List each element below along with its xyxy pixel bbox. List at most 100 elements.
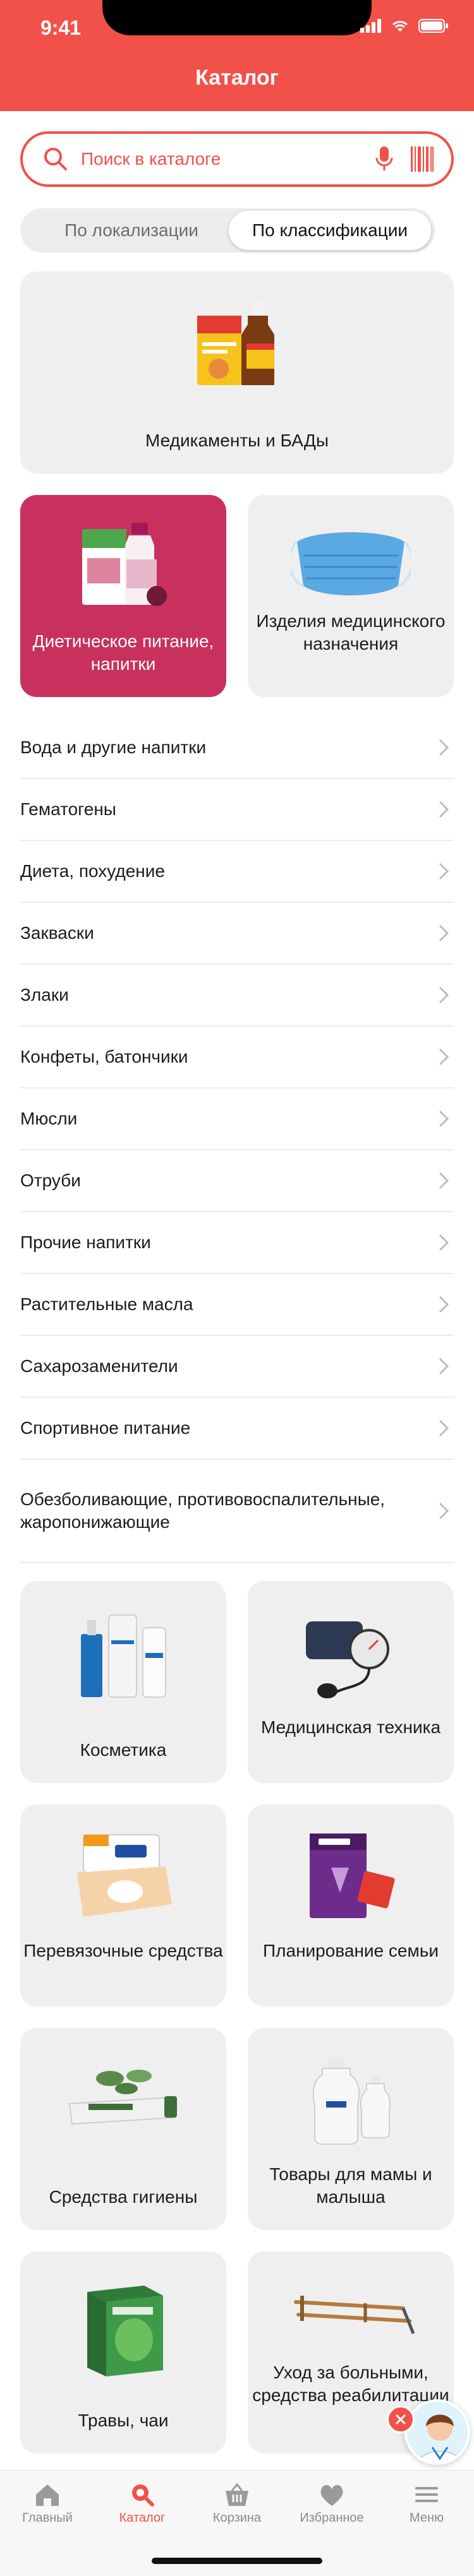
- category-card-herbs-teas[interactable]: Травы, чаи: [20, 2251, 226, 2454]
- baby-bottle-image: [312, 2057, 391, 2145]
- tab-cart[interactable]: Корзина: [190, 2482, 284, 2525]
- category-card-family-planning[interactable]: Планирование семьи: [248, 1804, 454, 2007]
- list-item[interactable]: Вода и другие напитки: [20, 717, 454, 779]
- category-label: Перевязочные средства: [23, 1941, 223, 1960]
- category-label: Изделия медицинского назначения: [256, 611, 446, 653]
- menu-icon: [415, 2487, 438, 2502]
- list-item-label: Гематогены: [20, 799, 116, 819]
- device-notch: [102, 0, 372, 35]
- category-label: Травы, чаи: [78, 2411, 169, 2430]
- tab-label: Избранное: [300, 2511, 364, 2525]
- crutches-image: [294, 2296, 415, 2334]
- category-card-medical-equipment[interactable]: Медицинская техника: [248, 1581, 454, 1783]
- tab-label: Главный: [22, 2511, 73, 2525]
- list-item-label: Вода и другие напитки: [20, 737, 207, 757]
- list-item[interactable]: Мюсли: [20, 1088, 454, 1150]
- search-icon: [44, 148, 67, 170]
- list-item[interactable]: Отруби: [20, 1150, 454, 1212]
- category-label: Медицинская техника: [260, 1717, 441, 1737]
- search-bar[interactable]: [20, 131, 454, 187]
- list-item-label: Обезболивающие, противовоспалительные, ж…: [20, 1489, 386, 1532]
- list-item[interactable]: Сахарозаменители: [20, 1336, 454, 1398]
- chevron-right-icon: [439, 1419, 449, 1437]
- category-card-bandages[interactable]: Перевязочные средства: [20, 1804, 226, 2007]
- notification-badge: [387, 2406, 415, 2433]
- subcategory-list: Вода и другие напитки Гематогены Диета, …: [20, 717, 454, 1563]
- header: 9:41 Каталог: [0, 0, 474, 111]
- category-label: Планирование семьи: [263, 1941, 439, 1960]
- home-indicator: [152, 2558, 322, 2564]
- category-card-mother-baby[interactable]: Товары для мамы и малыша: [248, 2028, 454, 2230]
- list-item[interactable]: Растительные масла: [20, 1274, 454, 1336]
- list-item[interactable]: Гематогены: [20, 779, 454, 841]
- list-item[interactable]: Диета, похудение: [20, 841, 454, 903]
- chevron-right-icon: [439, 986, 449, 1004]
- condoms-image: [310, 1834, 395, 1918]
- page-title: Каталог: [195, 66, 279, 90]
- segment-by-localization[interactable]: По локализации: [24, 211, 239, 250]
- chevron-right-icon: [439, 924, 449, 942]
- microphone-icon[interactable]: [375, 145, 393, 173]
- signal-icon: [360, 19, 381, 33]
- cosmetics-image: [81, 1614, 166, 1698]
- bandage-image: [77, 1834, 172, 1917]
- tab-home[interactable]: Главный: [0, 2482, 95, 2525]
- category-card-medicines[interactable]: Медикаменты и БАДы: [20, 271, 454, 474]
- chevron-right-icon: [439, 1172, 449, 1190]
- list-item-label: Спортивное питание: [20, 1418, 191, 1438]
- pharmacist-avatar-icon: [416, 2414, 463, 2462]
- medicine-bottle-image: [197, 301, 274, 385]
- chevron-right-icon: [439, 862, 449, 880]
- list-item-label: Мюсли: [20, 1109, 78, 1128]
- list-item[interactable]: Закваски: [20, 903, 454, 965]
- category-card-diet[interactable]: Диетическое питание, напитки: [20, 495, 226, 697]
- assistant-button[interactable]: [404, 2399, 470, 2465]
- search-input[interactable]: [81, 144, 372, 174]
- heart-icon: [320, 2484, 343, 2506]
- tab-menu[interactable]: Меню: [379, 2482, 474, 2525]
- list-item-label: Злаки: [20, 985, 69, 1005]
- chevron-right-icon: [439, 1048, 449, 1066]
- bottom-tab-bar: Главный Каталог Корзина Избранное Меню: [0, 2470, 474, 2576]
- list-item-label: Прочие напитки: [20, 1232, 151, 1252]
- list-item[interactable]: Спортивное питание: [20, 1398, 454, 1460]
- tab-label: Корзина: [212, 2511, 262, 2525]
- diet-products-image: [82, 523, 167, 606]
- status-bar: 9:41: [0, 0, 474, 58]
- blood-pressure-monitor-image: [306, 1621, 389, 1698]
- list-item[interactable]: Конфеты, батончики: [20, 1027, 454, 1088]
- list-item[interactable]: Прочие напитки: [20, 1212, 454, 1274]
- category-card-medical-products[interactable]: Изделия медицинского назначения: [248, 495, 454, 697]
- catalog-mode-segmented-control: По локализации По классификации: [20, 208, 435, 253]
- list-item[interactable]: Обезболивающие, противовоспалительные, ж…: [20, 1460, 454, 1563]
- close-icon: [395, 2414, 406, 2425]
- segment-by-classification[interactable]: По классификации: [229, 211, 431, 250]
- chevron-right-icon: [439, 739, 449, 756]
- tab-catalog[interactable]: Каталог: [95, 2482, 190, 2525]
- list-item-label: Сахарозаменители: [20, 1356, 178, 1376]
- list-item-label: Растительные масла: [20, 1294, 193, 1314]
- battery-icon: [418, 19, 448, 33]
- list-item[interactable]: Злаки: [20, 965, 454, 1027]
- category-card-hygiene[interactable]: Средства гигиены: [20, 2028, 226, 2230]
- status-time: 9:41: [40, 16, 82, 39]
- toothpaste-image: [68, 2070, 177, 2125]
- chevron-right-icon: [439, 1296, 449, 1313]
- category-label: Товары для мамы и малыша: [269, 2164, 432, 2207]
- chevron-right-icon: [439, 1502, 449, 1520]
- wifi-icon: [392, 21, 408, 32]
- chevron-right-icon: [439, 801, 449, 818]
- herbal-tea-image: [87, 2286, 163, 2376]
- chevron-right-icon: [439, 1234, 449, 1251]
- basket-icon: [226, 2483, 248, 2506]
- tab-label: Меню: [409, 2511, 444, 2525]
- category-card-cosmetics[interactable]: Косметика: [20, 1581, 226, 1783]
- barcode-icon[interactable]: [411, 146, 434, 172]
- home-icon: [36, 2484, 59, 2506]
- chevron-right-icon: [439, 1110, 449, 1128]
- category-label: Косметика: [80, 1740, 167, 1760]
- list-item-label: Конфеты, батончики: [20, 1047, 188, 1066]
- category-label: Диетическое питание, напитки: [32, 631, 214, 674]
- tab-favorites[interactable]: Избранное: [284, 2482, 379, 2525]
- category-label: Средства гигиены: [49, 2187, 198, 2207]
